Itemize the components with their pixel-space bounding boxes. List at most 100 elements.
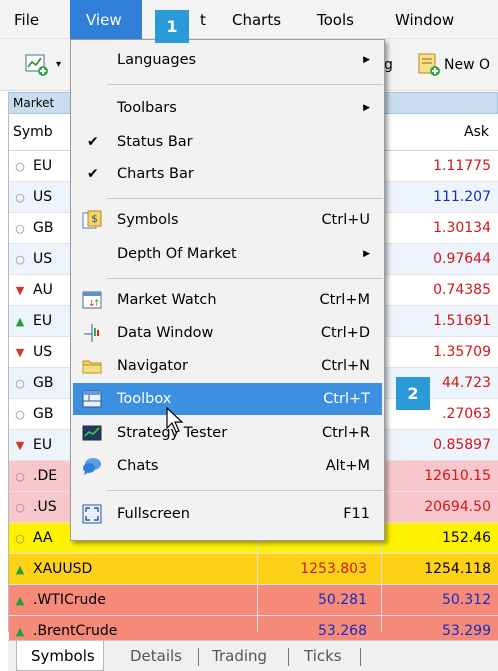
menu-item-label: Data Window xyxy=(117,325,214,341)
dropdown-arrow-icon[interactable]: ▾ xyxy=(56,52,61,78)
neutral-dot-icon: ○ xyxy=(15,532,25,545)
menu-item-symbols[interactable]: $ Symbols Ctrl+U xyxy=(73,204,382,236)
menu-file[interactable]: File xyxy=(14,0,39,39)
table-row[interactable]: ▲ XAUUSD 1253.803 1254.118 xyxy=(9,554,498,585)
menu-item-charts-bar[interactable]: ✔ Charts Bar xyxy=(73,158,382,190)
svg-text:$: $ xyxy=(91,214,97,225)
fullscreen-icon xyxy=(82,504,102,524)
down-arrow-icon: ▼ xyxy=(15,284,25,297)
ask-cell: 44.723 xyxy=(442,375,491,391)
data-window-icon xyxy=(84,324,99,342)
symbol-name: AA xyxy=(33,530,53,546)
menu-item-toolbars[interactable]: Toolbars ▶ xyxy=(73,92,382,124)
symbol-cell: ▼ US xyxy=(13,337,52,368)
table-row[interactable]: ▲ .WTICrude 50.281 50.312 xyxy=(9,585,498,616)
menu-item-languages[interactable]: Languages ▶ xyxy=(73,44,382,76)
ask-cell: 50.312 xyxy=(442,592,491,608)
menu-item-toolbox[interactable]: Toolbox Ctrl+T xyxy=(73,383,382,415)
symbol-cell: ○ .US xyxy=(13,492,57,523)
new-order-label[interactable]: New O xyxy=(444,52,490,78)
menu-item-shortcut: F11 xyxy=(343,506,370,522)
menu-window[interactable]: Window xyxy=(395,0,454,39)
ask-cell: 152.46 xyxy=(442,530,491,546)
submenu-arrow-icon: ▶ xyxy=(363,249,370,259)
strategy-tester-icon xyxy=(82,425,102,441)
menu-separator xyxy=(107,84,383,85)
menu-separator xyxy=(107,198,383,199)
symbol-cell: ▲ XAUUSD xyxy=(13,554,93,585)
symbol-cell: ○ AA xyxy=(13,523,53,554)
down-arrow-icon: ▼ xyxy=(15,346,25,359)
down-arrow-icon: ▼ xyxy=(15,439,25,452)
mouse-pointer-icon xyxy=(166,407,184,433)
neutral-dot-icon: ○ xyxy=(15,501,25,514)
menu-charts[interactable]: Charts xyxy=(232,0,281,39)
new-chart-icon[interactable] xyxy=(24,52,50,78)
menu-separator xyxy=(107,490,383,491)
tab-details[interactable]: Details xyxy=(130,641,182,671)
checkmark-icon: ✔ xyxy=(87,166,99,182)
symbol-cell: ○ EU xyxy=(13,151,52,182)
ask-cell: 1.35709 xyxy=(433,344,491,360)
tab-ticks[interactable]: Ticks xyxy=(304,641,342,671)
neutral-dot-icon: ○ xyxy=(15,191,25,204)
tab-trading[interactable]: Trading xyxy=(212,641,267,671)
market-watch-icon: ↓ ↑ xyxy=(82,291,102,309)
symbol-cell: ▼ EU xyxy=(13,430,52,461)
symbol-name: XAUUSD xyxy=(33,561,93,577)
column-ask[interactable]: Ask xyxy=(464,114,489,151)
menu-item-label: Languages xyxy=(117,52,197,68)
menu-item-depth-of-market[interactable]: Depth Of Market ▶ xyxy=(73,238,382,270)
menu-item-data-window[interactable]: Data Window Ctrl+D xyxy=(73,317,382,349)
menu-item-label: Depth Of Market xyxy=(117,246,237,262)
menu-item-strategy-tester[interactable]: Strategy Tester Ctrl+R xyxy=(73,417,382,449)
toolbar-partial-text: g xyxy=(384,57,393,73)
symbol-cell: ○ US xyxy=(13,182,52,213)
toolbox-icon xyxy=(82,390,102,408)
symbol-name: .WTICrude xyxy=(33,592,106,608)
ask-cell: 0.97644 xyxy=(433,251,491,267)
up-arrow-icon: ▲ xyxy=(15,563,25,576)
symbol-name: .DE xyxy=(33,468,58,484)
menu-item-shortcut: Ctrl+U xyxy=(321,212,370,228)
menu-insert-partial[interactable]: t xyxy=(200,0,206,39)
tab-separator xyxy=(198,648,199,666)
ask-cell: 1.11775 xyxy=(433,158,491,174)
callout-step-1: 1 xyxy=(155,10,189,43)
menu-item-chats[interactable]: Chats Alt+M xyxy=(73,450,382,482)
bid-cell: 50.281 xyxy=(318,592,367,608)
symbol-name: US xyxy=(33,344,53,360)
ask-cell: 111.207 xyxy=(433,189,491,205)
neutral-dot-icon: ○ xyxy=(15,253,25,266)
symbol-name: EU xyxy=(33,158,53,174)
menu-item-shortcut: Ctrl+N xyxy=(321,358,370,374)
symbol-name: .US xyxy=(33,499,57,515)
checkmark-icon: ✔ xyxy=(87,134,99,150)
column-symbol[interactable]: Symb xyxy=(13,114,53,151)
up-arrow-icon: ▲ xyxy=(15,594,25,607)
menu-tools[interactable]: Tools xyxy=(317,0,354,39)
menu-item-shortcut: Ctrl+R xyxy=(321,425,370,441)
bid-cell: 1253.803 xyxy=(300,561,367,577)
menu-item-navigator[interactable]: Navigator Ctrl+N xyxy=(73,350,382,382)
menu-view[interactable]: View xyxy=(70,0,142,39)
symbol-cell: ○ .DE xyxy=(13,461,57,492)
folder-icon xyxy=(82,360,102,374)
menu-item-status-bar[interactable]: ✔ Status Bar xyxy=(73,126,382,158)
ask-cell: 0.85897 xyxy=(433,437,491,453)
menu-item-shortcut: Alt+M xyxy=(325,458,370,474)
symbol-cell: ▲ EU xyxy=(13,306,52,337)
menu-item-market-watch[interactable]: ↓ ↑ Market Watch Ctrl+M xyxy=(73,284,382,316)
ask-cell: 20694.50 xyxy=(424,499,491,515)
menu-item-label: Charts Bar xyxy=(117,166,194,182)
new-order-icon[interactable] xyxy=(416,52,442,78)
submenu-arrow-icon: ▶ xyxy=(363,55,370,65)
tab-symbols[interactable]: Symbols xyxy=(16,641,104,671)
ask-cell: 1.51691 xyxy=(433,313,491,329)
symbol-name: GB xyxy=(33,375,54,391)
symbol-name: GB xyxy=(33,220,54,236)
menu-item-label: Navigator xyxy=(117,358,188,374)
menu-item-fullscreen[interactable]: Fullscreen F11 xyxy=(73,498,382,530)
symbol-cell: ▼ AU xyxy=(13,275,53,306)
menu-item-label: Toolbox xyxy=(117,391,172,407)
